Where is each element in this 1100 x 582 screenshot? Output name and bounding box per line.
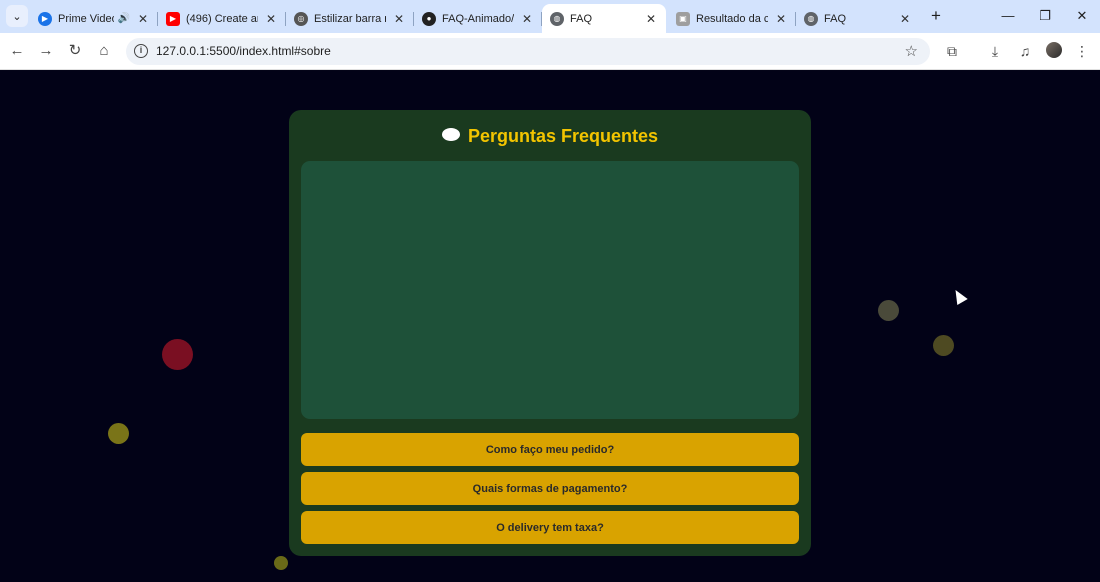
tab-title: Estilizar barra ro (314, 12, 386, 25)
openai-favicon: ◎ (294, 11, 308, 26)
close-icon[interactable]: ✕ (392, 12, 406, 26)
browser-toolbar: ← → ↻ ⌂ i 127.0.0.1:5500/index.html#sobr… (0, 33, 1100, 70)
tab-faq-2[interactable]: ◍ FAQ ✕ (796, 4, 920, 33)
tab-estilizar[interactable]: ◎ Estilizar barra ro ✕ (286, 4, 414, 33)
tab-title: (496) Create an (186, 12, 258, 25)
prime-video-favicon: ▶ (38, 11, 52, 26)
extensions-icon[interactable]: ⧉ (942, 41, 962, 61)
page-viewport: Perguntas Frequentes Como faço meu pedid… (0, 71, 1100, 582)
github-favicon: ● (422, 11, 436, 26)
faq-card: Perguntas Frequentes Como faço meu pedid… (289, 110, 811, 556)
camera-icon: ▣ (676, 11, 690, 26)
globe-icon: ◍ (804, 11, 818, 26)
faq-title: Perguntas Frequentes (289, 126, 811, 147)
decorative-dot (108, 423, 129, 444)
close-icon[interactable]: ✕ (136, 12, 150, 26)
close-icon[interactable]: ✕ (898, 12, 912, 26)
mouse-cursor (950, 286, 968, 306)
site-info-icon[interactable]: i (134, 44, 148, 58)
faq-title-text: Perguntas Frequentes (467, 126, 659, 146)
tab-prime-video[interactable]: ▶ Prime Video 🔊 ✕ (30, 4, 158, 33)
speech-bubble-icon (441, 128, 460, 141)
decorative-dot (162, 339, 193, 370)
close-icon[interactable]: ✕ (644, 12, 658, 26)
media-control-icon[interactable]: ♫ (1015, 41, 1035, 61)
youtube-favicon: ▶ (166, 11, 180, 26)
tab-title: FAQ-Animado/ (442, 12, 514, 25)
close-icon[interactable]: ✕ (774, 12, 788, 26)
home-icon[interactable]: ⌂ (94, 41, 114, 61)
tab-title: Prime Video (58, 12, 114, 25)
address-bar[interactable]: i 127.0.0.1:5500/index.html#sobre ☆ (126, 38, 930, 65)
speaker-icon[interactable]: 🔊 (118, 13, 130, 24)
tab-search-button[interactable]: ⌄ (6, 5, 28, 27)
faq-question-button[interactable]: O delivery tem taxa? (301, 511, 799, 544)
tab-title: Resultado da ca (696, 12, 768, 25)
bookmark-star-icon[interactable]: ☆ (905, 42, 918, 60)
tab-title: FAQ (570, 12, 593, 25)
tab-resultado[interactable]: ▣ Resultado da ca ✕ (668, 4, 796, 33)
minimize-button[interactable]: — (998, 6, 1018, 26)
tab-github[interactable]: ● FAQ-Animado/ ✕ (414, 4, 542, 33)
window-close-button[interactable]: ✕ (1072, 6, 1092, 26)
back-arrow-icon[interactable]: ← (7, 41, 27, 61)
tab-faq-active[interactable]: ◍ FAQ ✕ (542, 4, 666, 33)
faq-question-button[interactable]: Quais formas de pagamento? (301, 472, 799, 505)
tab-strip: ⌄ ▶ Prime Video 🔊 ✕ ▶ (496) Create an ✕ … (0, 0, 1100, 33)
close-icon[interactable]: ✕ (264, 12, 278, 26)
forward-arrow-icon[interactable]: → (36, 41, 56, 61)
reload-icon[interactable]: ↻ (65, 41, 85, 61)
url-text[interactable]: 127.0.0.1:5500/index.html#sobre (156, 44, 331, 58)
decorative-dot (878, 300, 899, 321)
globe-icon: ◍ (550, 11, 564, 26)
profile-avatar[interactable] (1046, 42, 1062, 58)
tab-title: FAQ (824, 12, 847, 25)
decorative-dot (274, 556, 288, 570)
faq-question-button[interactable]: Como faço meu pedido? (301, 433, 799, 466)
new-tab-button[interactable]: + (926, 7, 946, 27)
download-icon[interactable]: ⤓ (985, 41, 1005, 61)
decorative-dot (933, 335, 954, 356)
answer-panel (301, 161, 799, 419)
close-icon[interactable]: ✕ (520, 12, 534, 26)
menu-icon[interactable]: ⋮ (1072, 41, 1092, 61)
tab-youtube[interactable]: ▶ (496) Create an ✕ (158, 4, 286, 33)
restore-button[interactable]: ❐ (1035, 6, 1055, 26)
